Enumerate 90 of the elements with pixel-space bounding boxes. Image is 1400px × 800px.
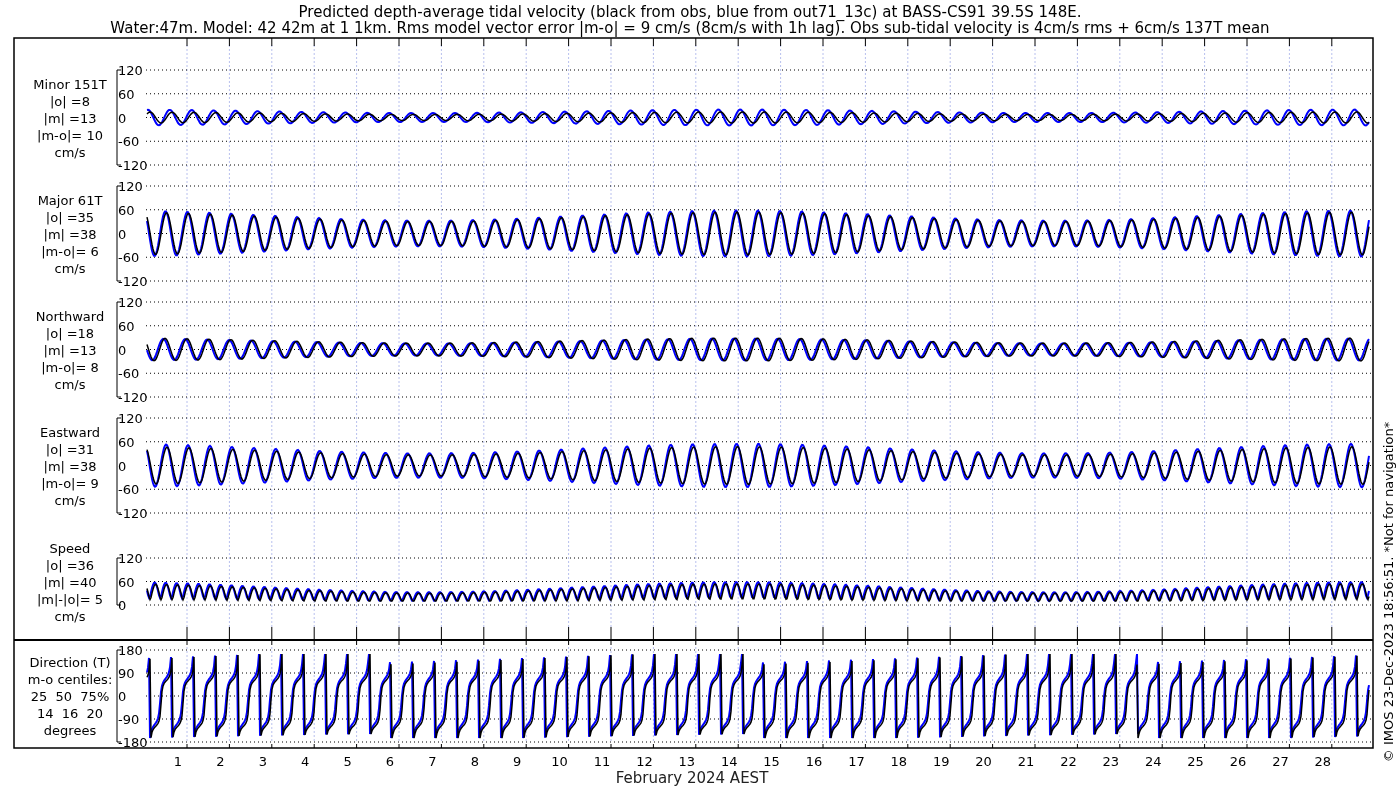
x-tick-label: 26 [1229,754,1247,769]
axis-label: February 2024 AEST [615,769,769,787]
axis-tick-label: 0 [118,598,127,613]
axis-tick-label: 60 [118,318,135,334]
panel-label: |o| =31 [45,441,95,457]
panel-label: |o| =8 [50,93,90,109]
x-tick-label: 18 [890,754,908,769]
panel-label: cm/s [54,608,86,624]
x-tick-label: 27 [1272,754,1289,769]
panel-label: |o| =36 [45,557,95,573]
axis-tick-label: -120 [118,158,148,173]
x-tick-label: 15 [763,754,780,769]
axis-tick-label: -120 [118,274,148,289]
axis-tick-label: -180 [118,735,148,750]
x-tick-label: 23 [1102,754,1120,769]
x-tick-label: 13 [678,754,696,769]
axis-tick-label: 90 [118,666,135,681]
x-tick-label: 16 [805,754,823,769]
panel-label: |m-o|= 10 [37,127,103,143]
axis-tick-label: -60 [118,250,140,266]
chart-title: Predicted depth-average tidal velocity (black from obs, blue from out71_13c) at BASS-CS91 39.5S 148E. [298,3,1082,21]
x-tick-label: 17 [848,754,865,769]
x-tick-label: 20 [975,754,992,769]
panel-label: Major 61T [37,192,103,208]
axis-tick-label: 0 [118,226,127,242]
x-tick-label: 12 [636,754,653,769]
x-tick-label: 2 [216,754,225,769]
axis-tick-label: 60 [118,86,135,102]
chart-title: Water:47m. Model: 42 42m at 1 1km. Rms model vector error |m-o| = 9 cm/s (8cm/s with 1h lag). Obs sub-tidal velocity is 4cm/s rms + 6cm/s 137T mean [110,19,1270,37]
axis-tick-label: 0 [118,689,127,704]
panel-label: Eastward [40,424,100,440]
x-tick-label: 21 [1017,754,1035,769]
axis-tick-label: -90 [118,712,140,727]
x-tick-label: 24 [1144,754,1162,769]
axis-tick-label: 60 [118,574,135,590]
axis-tick-label: 120 [118,551,143,566]
axis-tick-label: 0 [118,458,127,474]
x-tick-label: 14 [720,754,738,769]
x-tick-label: 11 [593,754,611,769]
panel-label: |m| =40 [43,574,97,590]
x-tick-label: 25 [1187,754,1204,769]
x-tick-label: 10 [551,754,568,769]
x-tick-label: 28 [1314,754,1332,769]
panel-label: degrees [43,723,97,738]
axis-tick-label: 120 [118,179,143,194]
panel-label: |m| =38 [43,226,97,242]
axis-tick-label: 120 [118,295,143,310]
axis-tick-label: 60 [118,202,135,218]
x-tick-label: 19 [932,754,950,769]
axis-tick-label: 120 [118,63,143,78]
panel-label: 14 16 20 [36,706,104,721]
axis-tick-label: 180 [118,643,143,658]
x-tick-label: 8 [470,754,479,769]
x-tick-label: 6 [385,754,395,769]
panel-label: cm/s [54,492,86,508]
axis-tick-label: 0 [118,110,127,126]
axis-tick-label: -60 [118,482,140,498]
x-tick-label: 5 [343,754,352,769]
axis-tick-label: -120 [118,506,148,521]
panel-label: |o| =35 [45,209,95,225]
panel-label: Northward [35,308,105,324]
panel-label: |o| =18 [45,325,95,341]
axis-tick-label: 120 [118,411,143,426]
x-tick-label: 3 [258,754,267,769]
panel-label: cm/s [54,376,86,392]
panel-label: |m| =13 [43,110,97,126]
axis-tick-label: 0 [118,342,127,358]
credit-text: © IMOS 23-Dec-2023 18:56:51. *Not for navigation* [1381,421,1396,763]
panel-label: m-o centiles: [27,672,113,687]
panel-label: cm/s [54,144,86,160]
panel-label: cm/s [54,260,86,276]
axis-tick-label: -60 [118,366,140,382]
axis-tick-label: -120 [118,390,148,405]
panel-label: |m-o|= 8 [41,359,99,375]
x-tick-label: 7 [428,754,437,769]
panel-label: Direction (T) [29,655,111,670]
panel-label: Speed [49,540,91,556]
panel-label: |m| =38 [43,458,97,474]
panel-label: |m-o|= 9 [41,475,99,491]
x-tick-label: 4 [301,754,310,769]
x-tick-label: 9 [513,754,522,769]
panel-label: |m| =13 [43,342,97,358]
panel-label: |m-o|= 6 [41,243,99,259]
x-tick-label: 1 [173,754,183,769]
panel-label: 25 50 75% [30,689,110,704]
axis-tick-label: 60 [118,434,135,450]
x-tick-label: 22 [1060,754,1077,769]
panel-label: |m|-|o|= 5 [36,591,104,607]
axis-tick-label: -60 [118,134,140,150]
panel-label: Minor 151T [33,76,107,92]
